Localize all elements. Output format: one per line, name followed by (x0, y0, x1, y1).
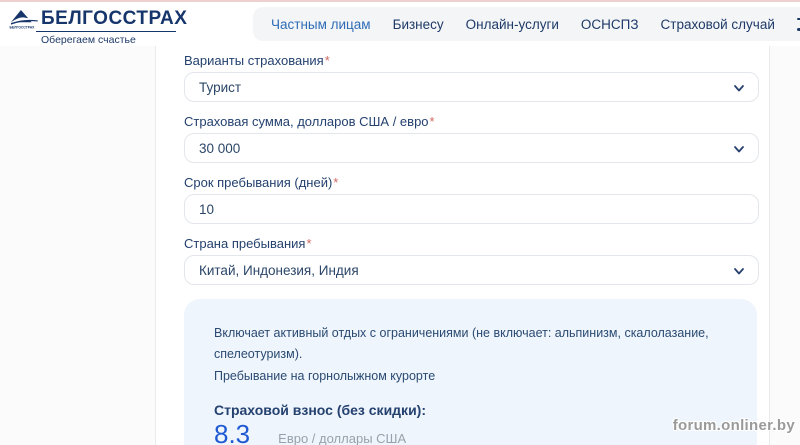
premium-row: 8.3 Евро / доллары США (214, 419, 729, 445)
required-asterisk: * (324, 53, 330, 68)
insured-sum-select[interactable]: 30 000 (184, 133, 759, 163)
nav-item-private-clients[interactable]: Частным лицам (271, 17, 371, 32)
brand-logo[interactable]: БЕЛГОССТРАХ БЕЛГОССТРАХ Оберегаем счасть… (8, 6, 188, 46)
field-stay-duration: Срок пребывания (дней)* (184, 175, 759, 224)
stay-duration-control (184, 194, 759, 224)
field-label: Варианты страхования* (184, 53, 330, 68)
main-nav: Частным лицам Бизнесу Онлайн-услуги ОСНС… (253, 7, 800, 41)
destination-country-select[interactable]: Китай, Индонезия, Индия (184, 255, 759, 285)
site-header: БЕЛГОССТРАХ БЕЛГОССТРАХ Оберегаем счасть… (0, 2, 800, 46)
logo-tagline: Оберегаем счастье (41, 34, 136, 46)
field-insurance-variant: Варианты страхования* Турист (184, 53, 759, 102)
calculator-form-card: Варианты страхования* Турист Страховая с… (155, 46, 770, 445)
select-value: Китай, Индонезия, Индия (199, 262, 359, 278)
premium-currency: Евро / доллары США (278, 430, 407, 445)
mountain-logo-icon: БЕЛГОССТРАХ (9, 10, 38, 29)
required-asterisk: * (333, 175, 339, 190)
premium-value: 8.3 (214, 418, 251, 445)
nav-item-osnspz[interactable]: ОСНСПЗ (581, 17, 639, 32)
select-value: Турист (199, 79, 242, 95)
premium-result-box: Включает активный отдых с ограничениями … (184, 299, 757, 445)
nav-item-insurance-case[interactable]: Страховой случай (661, 17, 775, 32)
coverage-note-line2: Пребывание на горнолыжном курорте (214, 368, 436, 383)
chevron-down-icon (734, 268, 744, 275)
watermark: forum.onliner.by (672, 417, 795, 434)
nav-item-business[interactable]: Бизнесу (393, 17, 444, 32)
field-label: Срок пребывания (дней)* (184, 175, 339, 190)
stay-duration-input[interactable] (199, 201, 744, 217)
logo-divider (36, 31, 176, 32)
premium-label: Страховой взнос (без скидки): (214, 401, 426, 418)
coverage-note: Включает активный отдых с ограничениями … (214, 323, 729, 387)
insurance-variant-select[interactable]: Турист (184, 72, 759, 102)
select-value: 30 000 (199, 140, 241, 156)
logo-brand-text: БЕЛГОССТРАХ (41, 8, 188, 29)
coverage-note-line1: Включает активный отдых с ограничениями … (214, 326, 709, 362)
logo-small-text: БЕЛГОССТРАХ (9, 25, 35, 29)
nav-item-online-services[interactable]: Онлайн-услуги (466, 17, 559, 32)
field-label: Страховая сумма, долларов США / евро* (184, 114, 435, 129)
chevron-down-icon (734, 146, 744, 153)
chevron-down-icon (734, 85, 744, 92)
field-label: Страна пребывания* (184, 236, 312, 251)
field-insured-sum: Страховая сумма, долларов США / евро* 30… (184, 114, 759, 163)
field-destination-country: Страна пребывания* Китай, Индонезия, Инд… (184, 236, 759, 285)
required-asterisk: * (306, 236, 312, 251)
required-asterisk: * (429, 114, 435, 129)
